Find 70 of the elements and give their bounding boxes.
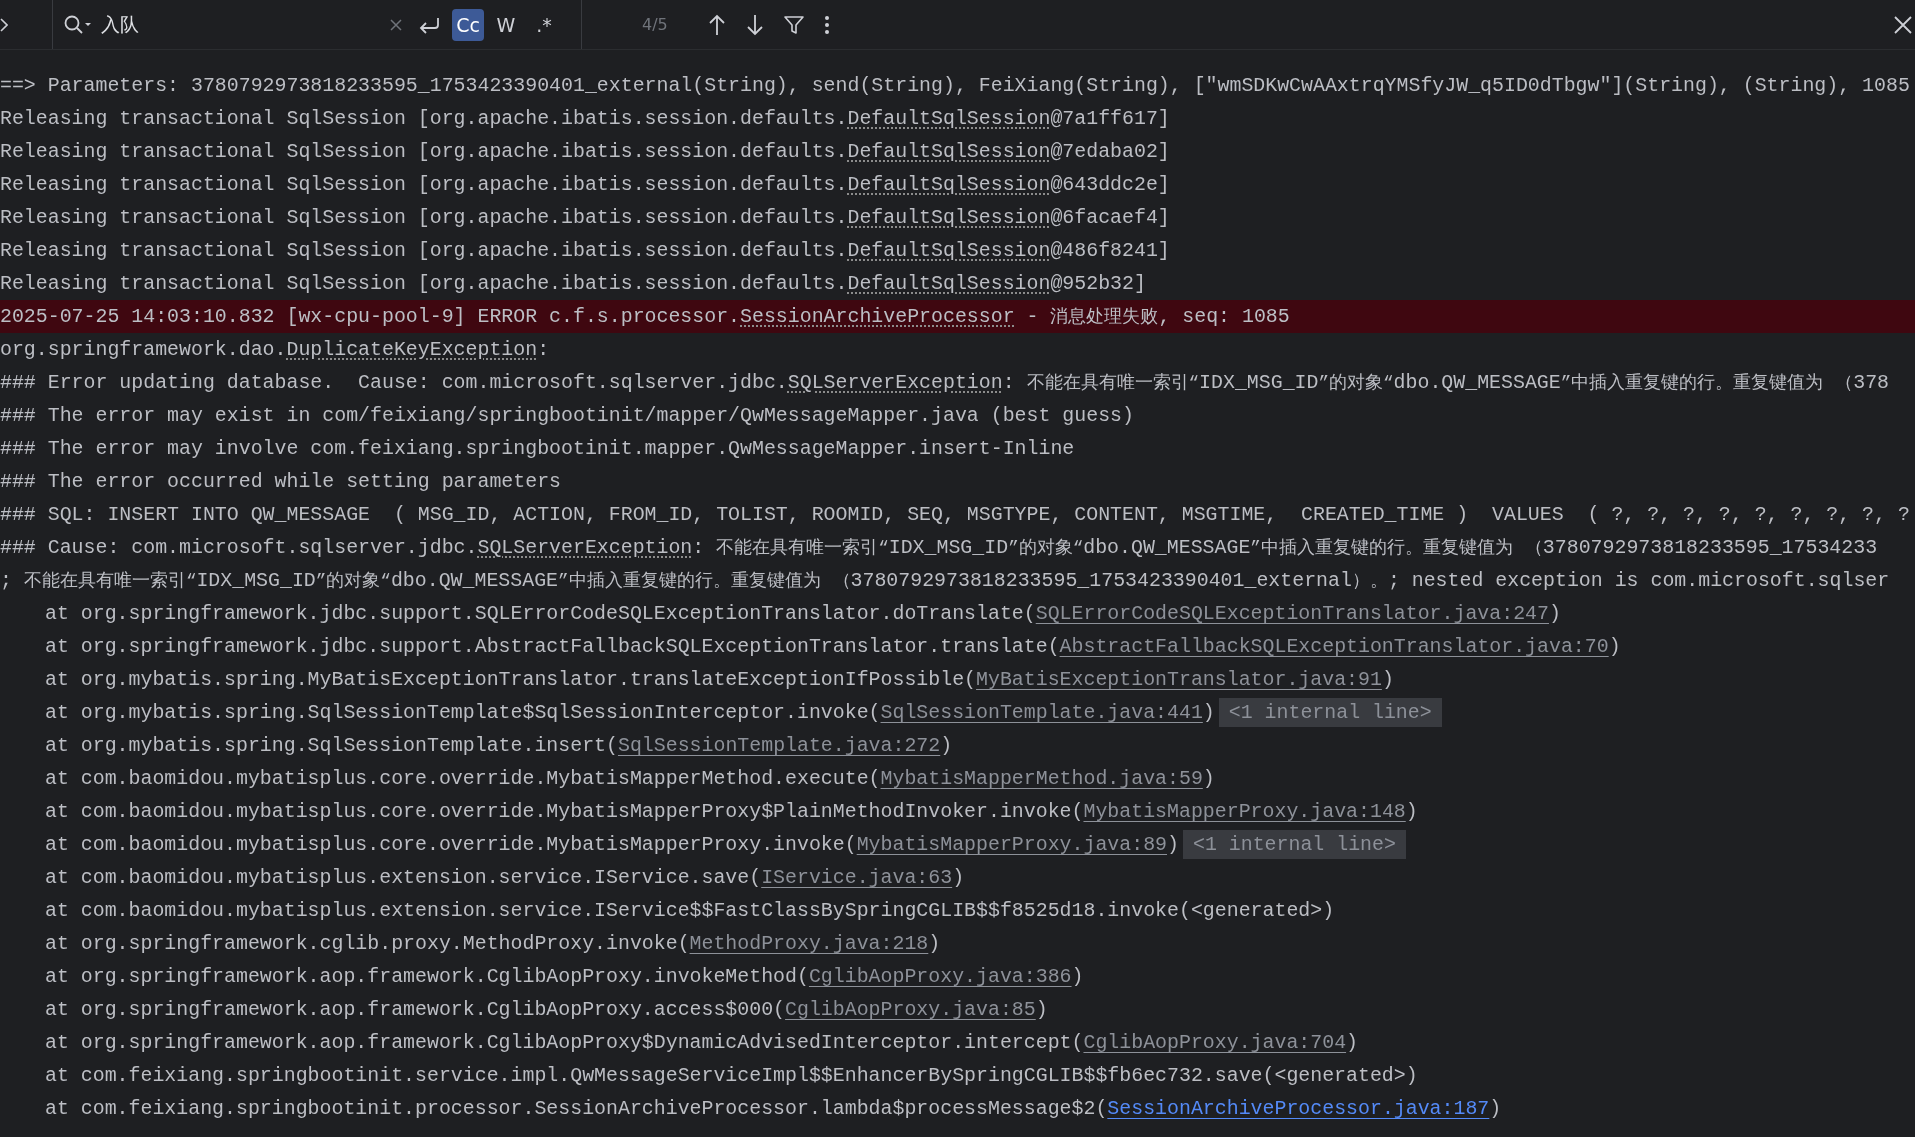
log-line: at org.mybatis.spring.SqlSessionTemplate$SqlSessionInterceptor.invoke(SqlSessionTemplate.java:441) <1 internal line> (0, 696, 1915, 729)
source-link[interactable]: MybatisMapperMethod.java:59 (880, 767, 1203, 790)
log-line: Releasing transactional SqlSession [org.apache.ibatis.session.defaults.DefaultSqlSession@6facaef4] (0, 205, 1171, 231)
log-line: Releasing transactional SqlSession [org.apache.ibatis.session.defaults.DefaultSqlSession@7a1ff617] (0, 106, 1171, 132)
log-line: at com.baomidou.mybatisplus.core.override.MybatisMapperProxy.invoke(MybatisMapperProxy.java:89) <1 internal line> (0, 828, 1915, 861)
log-line: at org.springframework.jdbc.support.AbstractFallbackSQLExceptionTranslator.translate(AbstractFallbackSQLExceptionTranslator.java:70) (44, 634, 1622, 660)
log-line: ### Cause: com.microsoft.sqlserver.jdbc.SQLServerException: 不能在具有唯一索引“IDX_MSG_ID”的对象“dbo.QW_MESSAGE”中插入重复键的行。重复键值为 （3780792973818233595_17534233 (0, 535, 1879, 561)
log-line: at org.springframework.jdbc.support.SQLErrorCodeSQLExceptionTranslator.doTranslate(SQLErrorCodeSQLExceptionTranslator.java:247) (44, 601, 1562, 627)
source-link[interactable]: CglibAopProxy.java:386 (808, 965, 1072, 988)
search-icon[interactable] (63, 13, 93, 36)
log-line: at com.feixiang.springbootinit.service.impl.QwMessageServiceImpl$$EnhancerBySpringCGLIB$$fb6ec732.save(<generated>) (44, 1063, 1419, 1089)
class-link[interactable]: DefaultSqlSession (847, 239, 1051, 262)
log-line: ### The error occurred while setting parameters (0, 469, 562, 495)
chevron-icon[interactable] (0, 17, 8, 32)
log-line: org.springframework.dao.DuplicateKeyException: (0, 337, 551, 363)
internal-lines-fold[interactable]: <1 internal line> (1218, 698, 1442, 727)
log-line: at org.springframework.cglib.proxy.MethodProxy.invoke(MethodProxy.java:218) (44, 931, 942, 957)
log-line: ### SQL: INSERT INTO QW_MESSAGE ( MSG_ID, ACTION, FROM_ID, TOLIST, ROOMID, SEQ, MSGTYPE, CONTENT, MSGTIME, CREATED_TIME ) VALUES ( ?, ?, ?, ?, ?, ?, ?, ?, ? (0, 502, 1911, 528)
search-option-toggle[interactable]: Cc (452, 8, 484, 41)
log-line: ### The error may exist in com/feixiang/springbootinit/mapper/QwMessageMapper.java (best guess) (0, 403, 1135, 429)
class-link[interactable]: SessionArchiveProcessor (740, 305, 1015, 328)
source-link[interactable]: IService.java:63 (761, 866, 953, 889)
class-link[interactable]: DefaultSqlSession (847, 107, 1051, 130)
source-link[interactable]: AbstractFallbackSQLExceptionTranslator.java:70 (1059, 635, 1609, 658)
log-line: at org.springframework.aop.framework.CglibAopProxy.access$000(CglibAopProxy.java:85) (44, 997, 1049, 1023)
search-option-toggle[interactable]: W (490, 8, 522, 41)
log-line: at org.springframework.aop.framework.CglibAopProxy.invokeMethod(CglibAopProxy.java:386) (44, 964, 1085, 990)
source-link[interactable]: SessionArchiveProcessor.java:187 (1107, 1097, 1490, 1120)
log-line: at org.mybatis.spring.MyBatisExceptionTranslator.translateExceptionIfPossible(MyBatisExceptionTranslator.java:91) (44, 667, 1395, 693)
clear-icon[interactable] (389, 17, 403, 32)
source-link[interactable]: CglibAopProxy.java:704 (1083, 1031, 1347, 1054)
log-line: at com.baomidou.mybatisplus.core.override.MybatisMapperProxy$PlainMethodInvoker.invoke(MybatisMapperProxy.java:148) (44, 799, 1419, 825)
log-line: Releasing transactional SqlSession [org.apache.ibatis.session.defaults.DefaultSqlSession@952b32] (0, 271, 1147, 297)
log-line: at org.springframework.aop.framework.CglibAopProxy$DynamicAdvisedInterceptor.intercept(CglibAopProxy.java:704) (44, 1030, 1359, 1056)
source-link[interactable]: SqlSessionTemplate.java:441 (880, 701, 1203, 724)
log-line: ==> Parameters: 3780792973818233595_1753423390401_external(String), send(String), FeiXiang(String), ["wmSDKwCwAAxtrqYMSfyJW_q5ID0dTbgw"](String), (String), 1085 (0, 73, 1911, 99)
arrow-down-icon[interactable] (745, 13, 764, 36)
filter-icon[interactable] (783, 14, 804, 35)
source-link[interactable]: MybatisMapperProxy.java:148 (1083, 800, 1406, 823)
source-link[interactable]: MybatisMapperProxy.java:89 (856, 833, 1168, 856)
log-line: Releasing transactional SqlSession [org.apache.ibatis.session.defaults.DefaultSqlSession@7edaba02] (0, 139, 1171, 165)
source-link[interactable]: SQLErrorCodeSQLExceptionTranslator.java:247 (1035, 602, 1549, 625)
log-line: at com.baomidou.mybatisplus.core.override.MybatisMapperMethod.execute(MybatisMapperMethod.java:59) (44, 766, 1216, 792)
log-line: ; 不能在具有唯一索引“IDX_MSG_ID”的对象“dbo.QW_MESSAGE”中插入重复键的行。重复键值为 （3780792973818233595_1753423390401_external）。; nested exception is com.microsoft.sqlser (0, 568, 1891, 594)
source-link[interactable]: MethodProxy.java:218 (689, 932, 929, 955)
search-field[interactable]: 入队 (53, 11, 409, 38)
log-line: Releasing transactional SqlSession [org.apache.ibatis.session.defaults.DefaultSqlSession@486f8241] (0, 238, 1171, 264)
match-count: 4/5 (642, 15, 668, 34)
more-icon[interactable] (823, 14, 830, 35)
class-link[interactable]: SQLServerException (477, 536, 693, 559)
class-link[interactable]: DefaultSqlSession (847, 173, 1051, 196)
internal-lines-fold[interactable]: <1 internal line> (1182, 830, 1406, 859)
source-link[interactable]: SqlSessionTemplate.java:272 (617, 734, 941, 757)
log-line: ### The error may involve com.feixiang.springbootinit.mapper.QwMessageMapper.insert-Inline (0, 436, 1076, 462)
log-line: at com.baomidou.mybatisplus.extension.service.IService.save(IService.java:63) (44, 865, 966, 891)
log-line: ### Error updating database. Cause: com.microsoft.sqlserver.jdbc.SQLServerException: 不能在具有唯一索引“IDX_MSG_ID”的对象“dbo.QW_MESSAGE”中插入重复键的行。重复键值为 （378 (0, 370, 1891, 396)
class-link[interactable]: DefaultSqlSession (847, 272, 1051, 295)
arrow-up-icon[interactable] (707, 13, 726, 36)
log-line: at org.mybatis.spring.SqlSessionTemplate.insert(SqlSessionTemplate.java:272) (44, 733, 954, 759)
source-link[interactable]: MyBatisExceptionTranslator.java:91 (976, 668, 1382, 691)
class-link[interactable]: DuplicateKeyException (286, 338, 538, 361)
log-line: at com.baomidou.mybatisplus.extension.service.IService$$FastClassBySpringCGLIB$$f8525d18.invoke(<generated>) (44, 898, 1336, 924)
close-icon[interactable] (1893, 14, 1913, 35)
class-link[interactable]: DefaultSqlSession (847, 206, 1051, 229)
log-line: Releasing transactional SqlSession [org.apache.ibatis.session.defaults.DefaultSqlSession@643ddc2e] (0, 172, 1171, 198)
log-line: at com.feixiang.springbootinit.processor.SessionArchiveProcessor.lambda$processMessage$2(SessionArchiveProcessor.java:187) (44, 1096, 1503, 1122)
source-link[interactable]: CglibAopProxy.java:85 (785, 998, 1036, 1021)
class-link[interactable]: DefaultSqlSession (847, 140, 1051, 163)
class-link[interactable]: SQLServerException (787, 371, 1003, 394)
search-option-toggle[interactable]: .* (528, 8, 560, 41)
